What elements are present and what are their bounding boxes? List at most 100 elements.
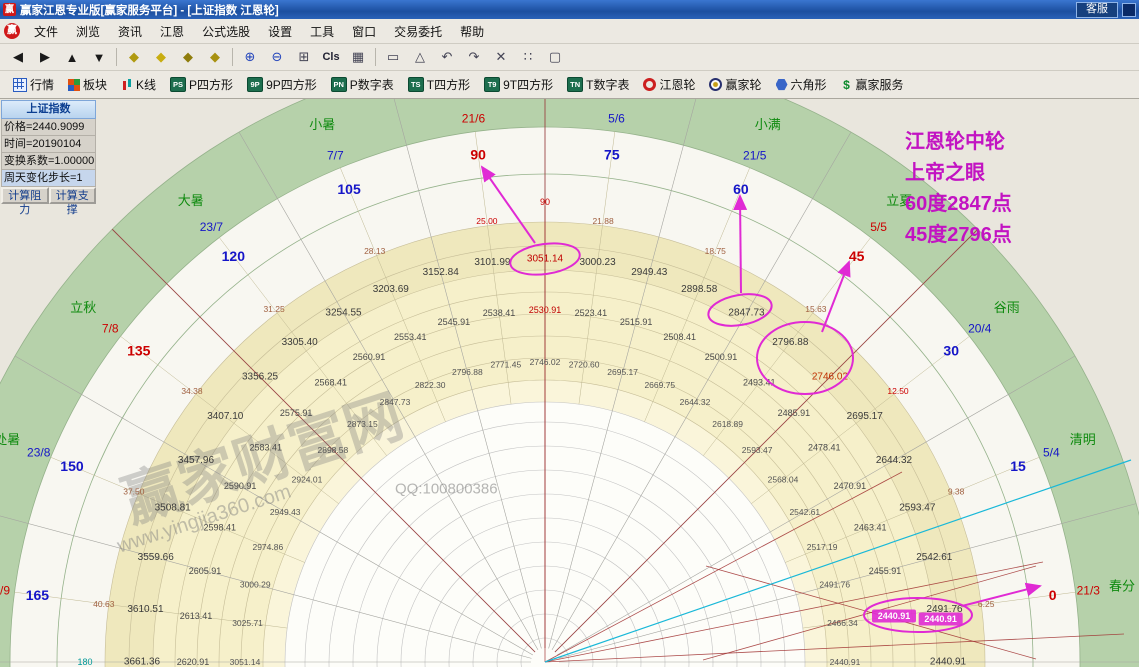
svg-text:2669.75: 2669.75 [644,380,675,390]
svg-text:5/6: 5/6 [608,112,625,126]
svg-text:2590.91: 2590.91 [224,481,257,491]
svg-text:2560.91: 2560.91 [353,352,386,362]
window-control-button[interactable] [1122,2,1136,17]
svg-text:3407.10: 3407.10 [207,411,244,422]
svg-text:2515.91: 2515.91 [620,317,653,327]
delete-tool-icon[interactable]: ✕ [488,46,514,69]
arc-redo-icon[interactable]: ↷ [461,46,487,69]
svg-text:3203.69: 3203.69 [373,284,410,295]
zoom-in-icon[interactable]: ⊕ [237,46,263,69]
view-button-label: 板块 [83,78,108,92]
view-button-label: P四方形 [189,78,234,92]
index-info-panel: 上证指数 价格=2440.9099 时间=20190104 变换系数=1.00000… [1,100,96,216]
svg-text:3025.71: 3025.71 [232,618,263,628]
calc-resistance-button[interactable]: 计算阻力 [1,187,49,216]
menu-item-5[interactable]: 公式选股 [194,21,258,42]
view-button-label: K线 [136,78,157,92]
menu-item-8[interactable]: 窗口 [344,21,384,42]
svg-text:180: 180 [77,657,92,667]
view-button-赢家服务[interactable]: $ 赢家服务 [834,73,911,96]
svg-text:清明: 清明 [1070,432,1096,447]
menu-item-10[interactable]: 帮助 [452,21,492,42]
view-button-9T四方形[interactable]: T9 9T四方形 [477,73,560,96]
svg-text:40.63: 40.63 [93,599,115,609]
view-button-P数字表[interactable]: PN P数字表 [324,73,401,96]
toolbar-separator [232,48,233,66]
down-icon[interactable]: ▼ [86,46,112,69]
badge-icon: PS [170,77,187,92]
wheel-red-icon [643,78,657,91]
forward-icon[interactable]: ▶ [32,46,58,69]
svg-text:23/8: 23/8 [27,445,51,459]
annotation-text-block: 江恩轮中轮 上帝之眼 60度2847点 45度2796点 [905,127,1012,251]
view-button-label: T四方形 [426,78,471,92]
svg-text:75: 75 [604,146,620,162]
svg-text:37.50: 37.50 [123,487,145,497]
menu-item-6[interactable]: 设置 [260,21,300,42]
view-button-六角形[interactable]: 六角形 [769,73,834,96]
svg-text:5/5: 5/5 [870,220,887,234]
svg-text:2949.43: 2949.43 [631,267,668,278]
svg-text:2847.73: 2847.73 [380,397,411,407]
arc-undo-icon[interactable]: ↶ [434,46,460,69]
cls-button[interactable]: Cls [318,46,344,69]
back-icon[interactable]: ◀ [5,46,31,69]
info-row-2: 时间=20190104 [1,136,96,153]
svg-text:20/4: 20/4 [968,321,992,335]
customer-service-button[interactable]: 客服 [1076,1,1118,18]
calc-support-button[interactable]: 计算支撑 [48,187,96,216]
svg-text:2553.41: 2553.41 [394,332,427,342]
brand-icon: 赢 [4,23,20,39]
9p-square-diamond-icon[interactable]: ◆ [148,46,174,69]
svg-text:30: 30 [943,342,959,358]
9t-square-diamond-icon[interactable]: ◆ [202,46,228,69]
p-square-diamond-icon[interactable]: ◆ [121,46,147,69]
toolbar-views: 行情 板块 K线 PS P四方形 9P 9P四方形 PN P数字表 TS T四方形 T9 9T四方形 TN… [0,71,1139,99]
svg-text:135: 135 [127,342,151,358]
gann-wheel-chart[interactable]: 赢家财富网 www.yingjia360.com QQ:100800386 2440.… [0,99,1139,667]
view-button-K线[interactable]: K线 [114,73,163,96]
dots-icon[interactable]: ∷ [515,46,541,69]
view-button-T数字表[interactable]: TN T数字表 [560,73,636,96]
svg-text:2593.47: 2593.47 [742,445,773,455]
candle-icon [121,78,133,91]
view-button-9P四方形[interactable]: 9P 9P四方形 [240,73,324,96]
triangle-tool-icon[interactable]: △ [407,46,433,69]
rect-tool-icon[interactable]: ▭ [380,46,406,69]
svg-text:小满: 小满 [755,117,781,132]
menu-item-4[interactable]: 江恩 [152,21,192,42]
menu-item-9[interactable]: 交易委托 [386,21,450,42]
toolbar-separator [116,48,117,66]
up-icon[interactable]: ▲ [59,46,85,69]
menu-item-7[interactable]: 工具 [302,21,342,42]
svg-text:3457.96: 3457.96 [178,455,215,466]
svg-text:2530.91: 2530.91 [529,305,562,315]
note-tool-icon[interactable]: ▢ [542,46,568,69]
view-button-T四方形[interactable]: TS T四方形 [401,73,477,96]
app-logo-icon: 赢 [3,3,16,16]
svg-text:2455.91: 2455.91 [869,566,902,576]
view-button-行情[interactable]: 行情 [6,73,61,96]
badge-icon: TS [407,77,424,92]
svg-text:2620.91: 2620.91 [177,657,210,667]
zoom-out-icon[interactable]: ⊖ [264,46,290,69]
view-button-赢家轮[interactable]: 赢家轮 [702,73,768,96]
svg-text:2440.91: 2440.91 [924,614,957,624]
menu-item-2[interactable]: 浏览 [68,21,108,42]
menu-item-3[interactable]: 资讯 [110,21,150,42]
index-name: 上证指数 [1,100,96,119]
grid-icon[interactable]: ⊞ [291,46,317,69]
svg-text:90: 90 [540,197,550,207]
annotation-line-3: 60度2847点 [905,193,1012,215]
view-button-江恩轮[interactable]: 江恩轮 [636,73,702,96]
table-icon[interactable]: ▦ [345,46,371,69]
svg-text:3051.14: 3051.14 [230,657,261,667]
t-square-diamond-icon[interactable]: ◆ [175,46,201,69]
menu-item-1[interactable]: 文件 [26,21,66,42]
svg-text:2974.86: 2974.86 [252,542,283,552]
view-button-板块[interactable]: 板块 [61,73,114,96]
badge-icon: 9P [247,77,264,92]
view-button-P四方形[interactable]: PS P四方形 [163,73,240,96]
svg-text:2873.15: 2873.15 [347,419,378,429]
svg-text:2898.58: 2898.58 [681,284,718,295]
